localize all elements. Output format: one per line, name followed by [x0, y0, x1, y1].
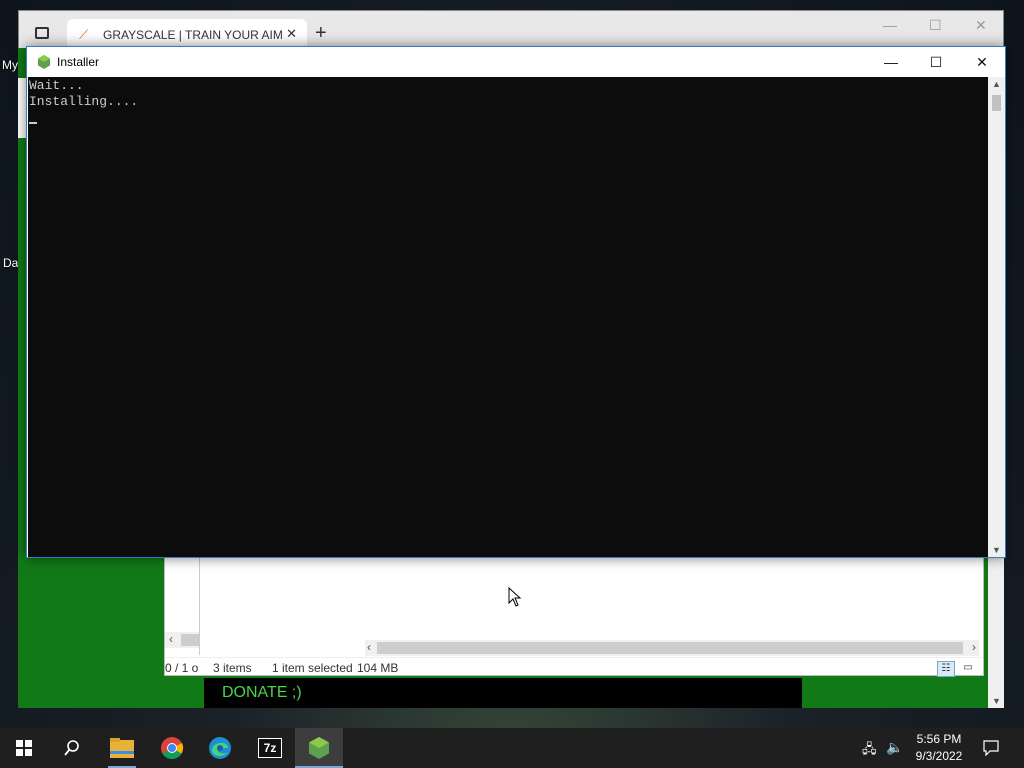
nodejs-icon: [38, 55, 50, 69]
browser-close-button[interactable]: ✕: [975, 17, 987, 34]
scroll-thumb[interactable]: [992, 95, 1001, 111]
tab-close-icon[interactable]: ✕: [286, 26, 297, 42]
desktop-icon-label[interactable]: Da: [3, 256, 18, 270]
action-center-icon[interactable]: [983, 740, 999, 756]
console-line: Wait...: [29, 78, 84, 93]
installer-window: Installer — ☐ ✕ Wait... Installing.... ▲…: [26, 46, 1006, 558]
console-line: Installing....: [29, 94, 139, 109]
scroll-left-icon[interactable]: ‹: [367, 640, 371, 654]
edge-icon: [209, 737, 231, 759]
start-button[interactable]: [0, 728, 48, 768]
clock-date[interactable]: 9/3/2022: [904, 749, 974, 763]
volume-icon[interactable]: 🔈: [886, 739, 903, 756]
file-explorer-icon: [110, 738, 134, 758]
browser-tab[interactable]: ⟋ GRAYSCALE | TRAIN YOUR AIM ✕: [67, 19, 307, 49]
installer-titlebar[interactable]: Installer — ☐ ✕: [27, 47, 1005, 77]
browser-tab-bar: ⟋ GRAYSCALE | TRAIN YOUR AIM ✕ + — ☐ ✕: [19, 11, 1003, 49]
taskbar-installer[interactable]: [295, 728, 343, 768]
status-bar: 0 / 1 o 3 items 1 item selected 104 MB ☷…: [165, 657, 983, 678]
desktop-icon-label[interactable]: My: [2, 58, 18, 72]
browser-minimize-button[interactable]: —: [883, 17, 897, 33]
start-icon: [16, 740, 32, 756]
browser-maximize-button[interactable]: ☐: [929, 17, 942, 34]
large-icons-view-icon[interactable]: ▭: [959, 661, 977, 677]
window-title: Installer: [57, 55, 100, 69]
partial-status-text: 0 / 1 o: [165, 661, 199, 675]
file-explorer-window: ‹ ‹ › 0 / 1 o 3 items 1 item selected 10…: [164, 556, 984, 678]
donate-link[interactable]: DONATE ;): [222, 684, 302, 702]
console-scrollbar[interactable]: ▲ ▼: [988, 77, 1005, 557]
7zip-icon: 7z: [258, 738, 282, 758]
close-button[interactable]: ✕: [960, 51, 1004, 73]
donate-banner[interactable]: DONATE ;): [204, 678, 802, 708]
search-button[interactable]: [48, 728, 96, 768]
scroll-thumb[interactable]: [377, 642, 963, 654]
taskbar-file-explorer[interactable]: [98, 728, 146, 768]
page-scrollbar[interactable]: ▼: [988, 556, 1004, 708]
selection-size: 104 MB: [357, 661, 399, 675]
console-cursor: [29, 122, 37, 124]
taskbar-edge[interactable]: [196, 728, 244, 768]
scroll-down-icon[interactable]: ▼: [988, 545, 1005, 555]
scroll-thumb[interactable]: [181, 634, 199, 646]
item-count: 3 items: [213, 661, 252, 675]
tab-title: GRAYSCALE | TRAIN YOUR AIM: [103, 28, 283, 42]
chrome-icon: [161, 737, 184, 759]
selection-count: 1 item selected: [272, 661, 353, 675]
navigation-pane: ‹: [165, 557, 200, 655]
console-output[interactable]: Wait... Installing....: [28, 77, 988, 557]
scroll-up-icon[interactable]: ▲: [988, 79, 1005, 89]
scroll-left-icon[interactable]: ‹: [169, 632, 173, 646]
7zip-label: 7z: [259, 739, 281, 757]
nodejs-icon: [309, 737, 329, 759]
clock-time[interactable]: 5:56 PM: [904, 732, 974, 746]
search-icon: [64, 740, 79, 756]
site-favicon-icon: ⟋: [79, 27, 89, 42]
mouse-pointer-icon: [508, 587, 522, 607]
scroll-down-icon[interactable]: ▼: [992, 696, 1001, 706]
minimize-button[interactable]: —: [869, 51, 913, 73]
maximize-button[interactable]: ☐: [914, 51, 958, 73]
horizontal-scrollbar[interactable]: ‹ ›: [365, 640, 979, 656]
details-view-icon[interactable]: ☷: [937, 661, 955, 677]
taskbar-chrome[interactable]: [148, 728, 196, 768]
new-tab-button[interactable]: +: [315, 23, 327, 43]
nav-pane-scrollbar[interactable]: ‹: [165, 632, 199, 648]
taskbar: 7z 🖧 🔈 5:56 PM 9/3/2022: [0, 728, 1024, 768]
scroll-right-icon[interactable]: ›: [972, 640, 976, 654]
network-icon[interactable]: 🖧: [862, 740, 877, 762]
tab-actions-icon[interactable]: [35, 27, 49, 39]
taskbar-7zip[interactable]: 7z: [246, 728, 294, 768]
